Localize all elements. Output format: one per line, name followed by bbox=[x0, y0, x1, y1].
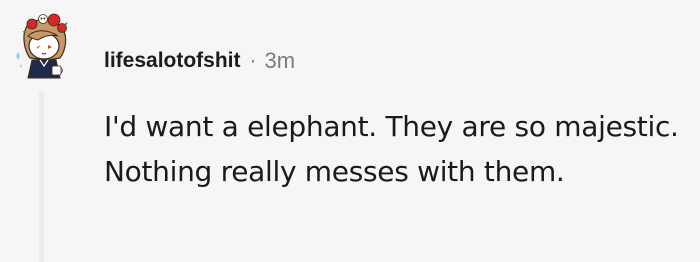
comment-body: I'd want a elephant. They are so majesti… bbox=[104, 110, 679, 188]
comment-meta: lifesalotofshit · 3m bbox=[104, 45, 295, 77]
comment: lifesalotofshit · 3m I'd want a elephant… bbox=[0, 0, 700, 262]
snoo-avatar-with-flower-crown-icon bbox=[16, 13, 68, 79]
username-link[interactable]: lifesalotofshit bbox=[104, 49, 241, 73]
meta-separator: · bbox=[249, 49, 257, 72]
user-avatar[interactable] bbox=[4, 6, 86, 88]
thread-collapse-line[interactable] bbox=[39, 92, 44, 262]
timestamp-link[interactable]: 3m bbox=[265, 48, 296, 74]
